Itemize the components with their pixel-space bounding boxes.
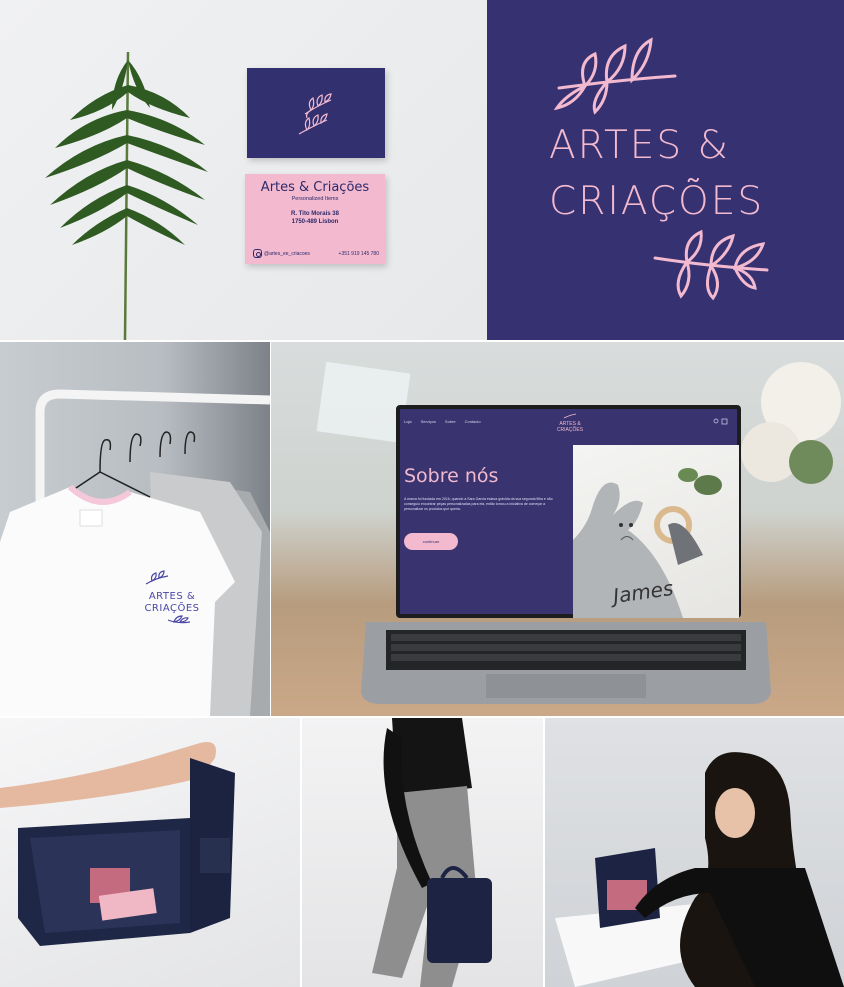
- palm-leaf: [45, 51, 208, 340]
- shirt-line-2: CRIAÇÕES: [144, 603, 200, 614]
- brand-logo-panel: ARTES & CRIAÇÕES: [487, 0, 844, 340]
- card-street: R. Tito Morais 38: [291, 211, 339, 217]
- logo-wordmark: ARTES & CRIAÇÕES: [549, 118, 764, 230]
- shirt-line-1: ARTES &: [148, 591, 196, 602]
- card-back: Artes & Criações Personalized Items R. T…: [245, 174, 385, 264]
- site-nav: Loja Serviços Sobre Contacto: [404, 419, 481, 424]
- about-paragraph: A marca foi fundada em 2016, quando a Sa…: [404, 497, 553, 511]
- nav-contacto[interactable]: Contacto: [465, 419, 481, 424]
- desk-bag-illustration: [555, 752, 844, 987]
- nav-servicos[interactable]: Serviços: [421, 419, 436, 424]
- carry-bag-illustration: [372, 718, 492, 987]
- open-bag-illustration: [0, 742, 235, 946]
- nav-sobre[interactable]: Sobre: [445, 419, 456, 424]
- cart-icon[interactable]: [713, 417, 733, 425]
- laptop-website-photo: Loja Serviços Sobre Contacto ARTES & CRI…: [271, 342, 844, 716]
- site-brand-text: ARTES & CRIAÇÕES: [556, 421, 584, 433]
- tshirts-illustration: [0, 389, 270, 716]
- page-heading: Sobre nós: [404, 465, 499, 487]
- laptop-screen: Loja Serviços Sobre Contacto ARTES & CRI…: [396, 405, 741, 618]
- site-logo[interactable]: ARTES & CRIAÇÕES: [548, 413, 592, 433]
- logo-line-1: ARTES &: [549, 123, 730, 168]
- tshirt-rack-photo: ARTES & CRIAÇÕES: [0, 342, 270, 716]
- carry-bag-photo: [302, 718, 543, 987]
- open-bag-photo: [0, 718, 300, 987]
- shirt-print: ARTES & CRIAÇÕES: [142, 591, 202, 615]
- card-city: 1750-489 Lisbon: [291, 219, 339, 225]
- instagram-icon: [253, 249, 262, 258]
- desk-bag-photo: [545, 718, 844, 987]
- product-photo: James: [573, 445, 739, 618]
- leaf-logo-icon: [298, 93, 332, 135]
- nav-loja[interactable]: Loja: [404, 419, 412, 424]
- leaf-logo-icon: [563, 413, 577, 419]
- continue-button[interactable]: continuar: [404, 533, 458, 550]
- card-front: [247, 68, 385, 158]
- business-cards-photo: Artes & Criações Personalized Items R. T…: [0, 0, 487, 340]
- card-phone: +351 919 145 780: [338, 250, 379, 257]
- logo-line-2: CRIAÇÕES: [549, 179, 765, 224]
- card-subtitle: Personalized Items: [291, 196, 339, 202]
- card-brand: Artes & Criações: [260, 180, 370, 195]
- card-instagram: @artes_ee_criacoes: [264, 250, 310, 257]
